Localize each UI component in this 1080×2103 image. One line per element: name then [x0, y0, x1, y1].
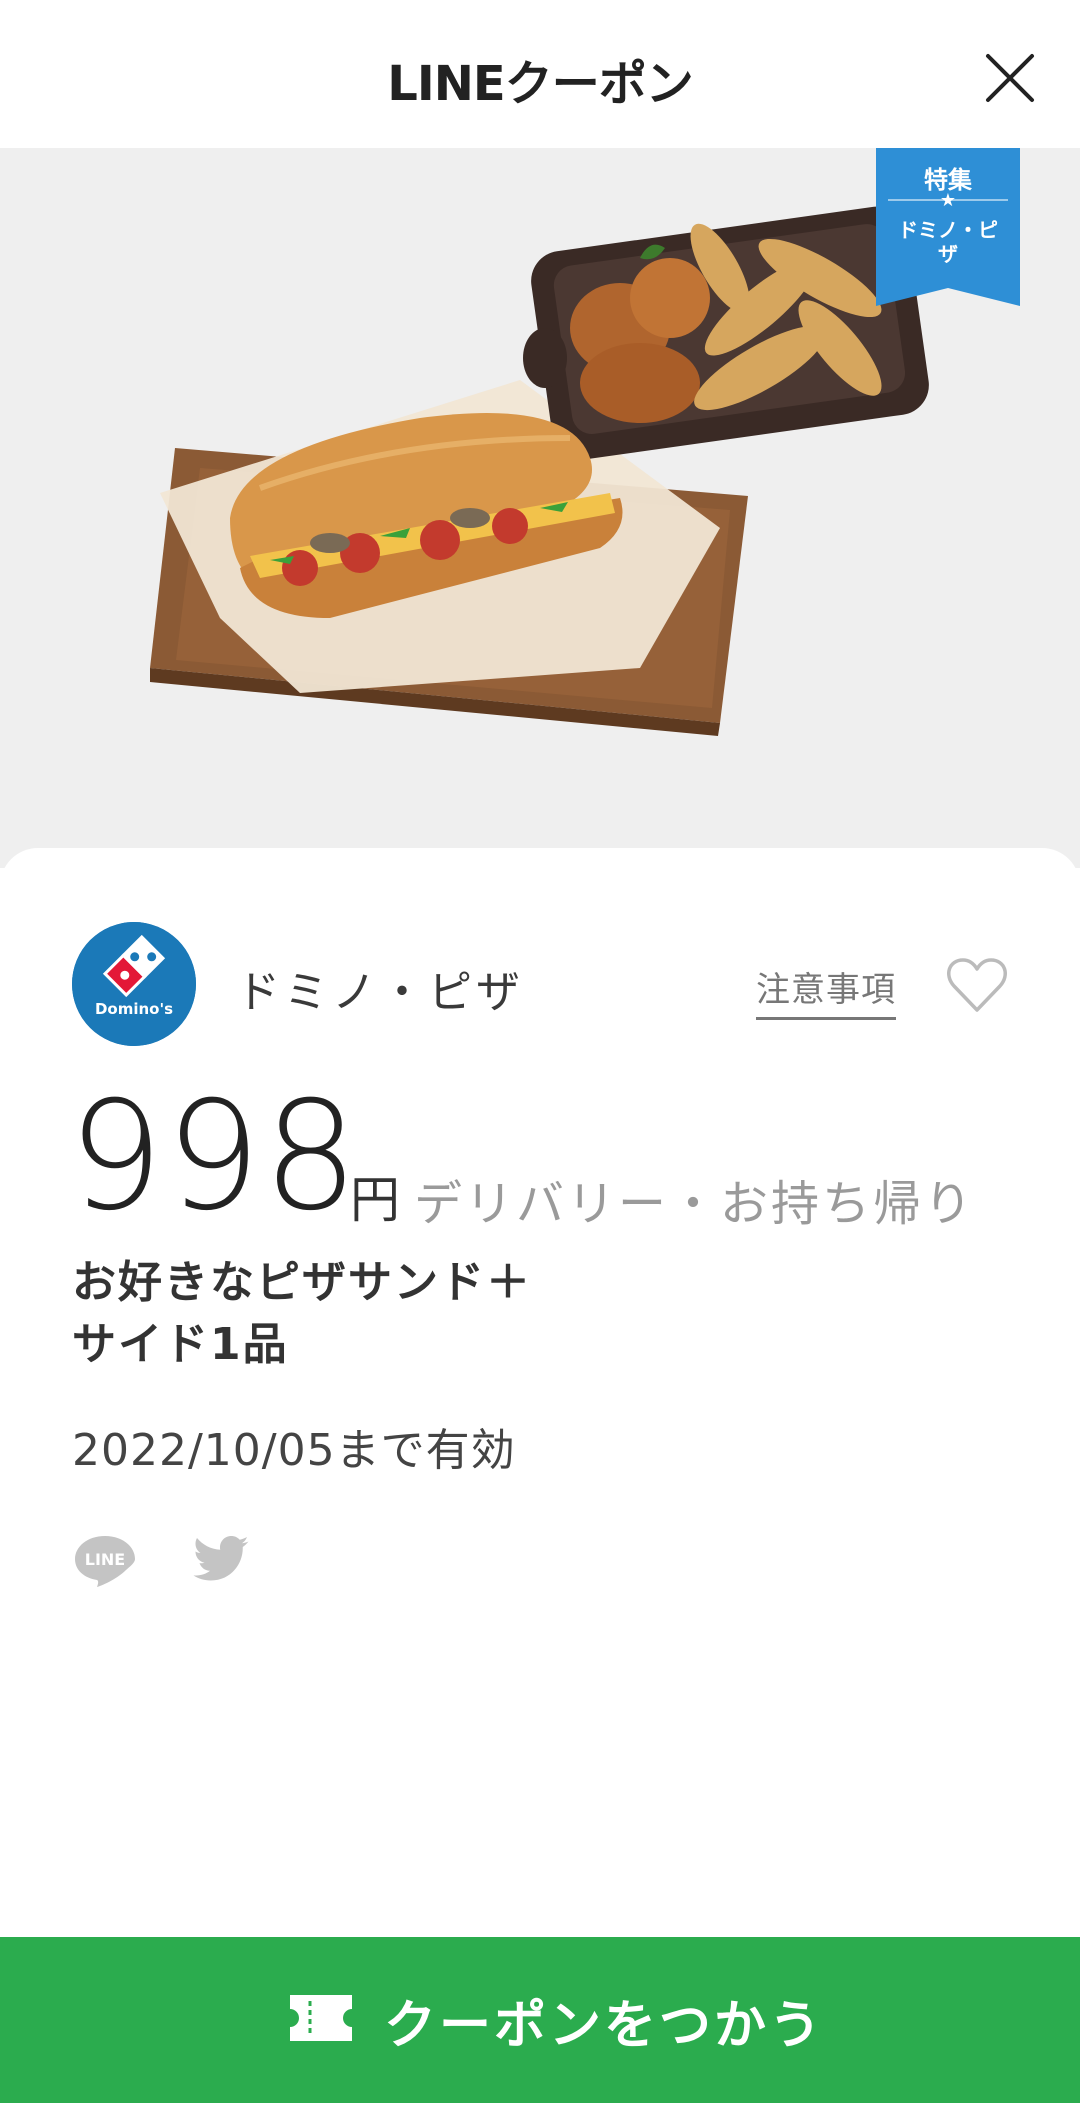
valid-until: 2022/10/05まで有効	[72, 1425, 516, 1476]
close-icon	[986, 54, 1034, 102]
svg-text:LINE: LINE	[85, 1550, 125, 1569]
ribbon-subtitle: ドミノ・ピザ	[898, 218, 998, 266]
heart-icon	[947, 958, 1007, 1012]
service-type: デリバリー・お持ち帰り	[414, 1176, 976, 1232]
use-coupon-button[interactable]: クーポンをつかう	[0, 1937, 1080, 2103]
twitter-icon	[193, 1536, 249, 1581]
logo-wordmark: Domino's	[95, 1000, 173, 1018]
coupon-hero-image: 特集 ★ ドミノ・ピザ	[0, 148, 1080, 868]
dominos-logo-icon: Domino's	[72, 922, 196, 1046]
app-title: LINEクーポン	[387, 56, 693, 112]
close-button[interactable]	[980, 48, 1040, 108]
feature-ribbon: 特集 ★ ドミノ・ピザ	[876, 148, 1020, 306]
share-twitter-button[interactable]	[188, 1530, 254, 1590]
notes-link[interactable]: 注意事項	[756, 962, 896, 1020]
ribbon-star: ★	[939, 190, 957, 211]
currency-label: 円	[350, 1171, 400, 1229]
description-line-2: サイド1品	[72, 1319, 289, 1370]
line-icon: LINE	[75, 1536, 135, 1587]
store-logo: Domino's	[72, 922, 196, 1046]
store-name: ドミノ・ピザ	[236, 967, 524, 1018]
ticket-icon	[290, 1995, 352, 2041]
app-header: LINEクーポン	[0, 0, 1080, 148]
favorite-button[interactable]	[946, 956, 1008, 1014]
coupon-description: お好きなピザサンド＋ サイド1品	[72, 1252, 532, 1376]
coupon-price: 998	[68, 1070, 361, 1244]
description-line-1: お好きなピザサンド＋	[72, 1257, 532, 1308]
use-coupon-label: クーポンをつかう	[384, 1996, 825, 2056]
share-line-button[interactable]: LINE	[72, 1532, 138, 1590]
